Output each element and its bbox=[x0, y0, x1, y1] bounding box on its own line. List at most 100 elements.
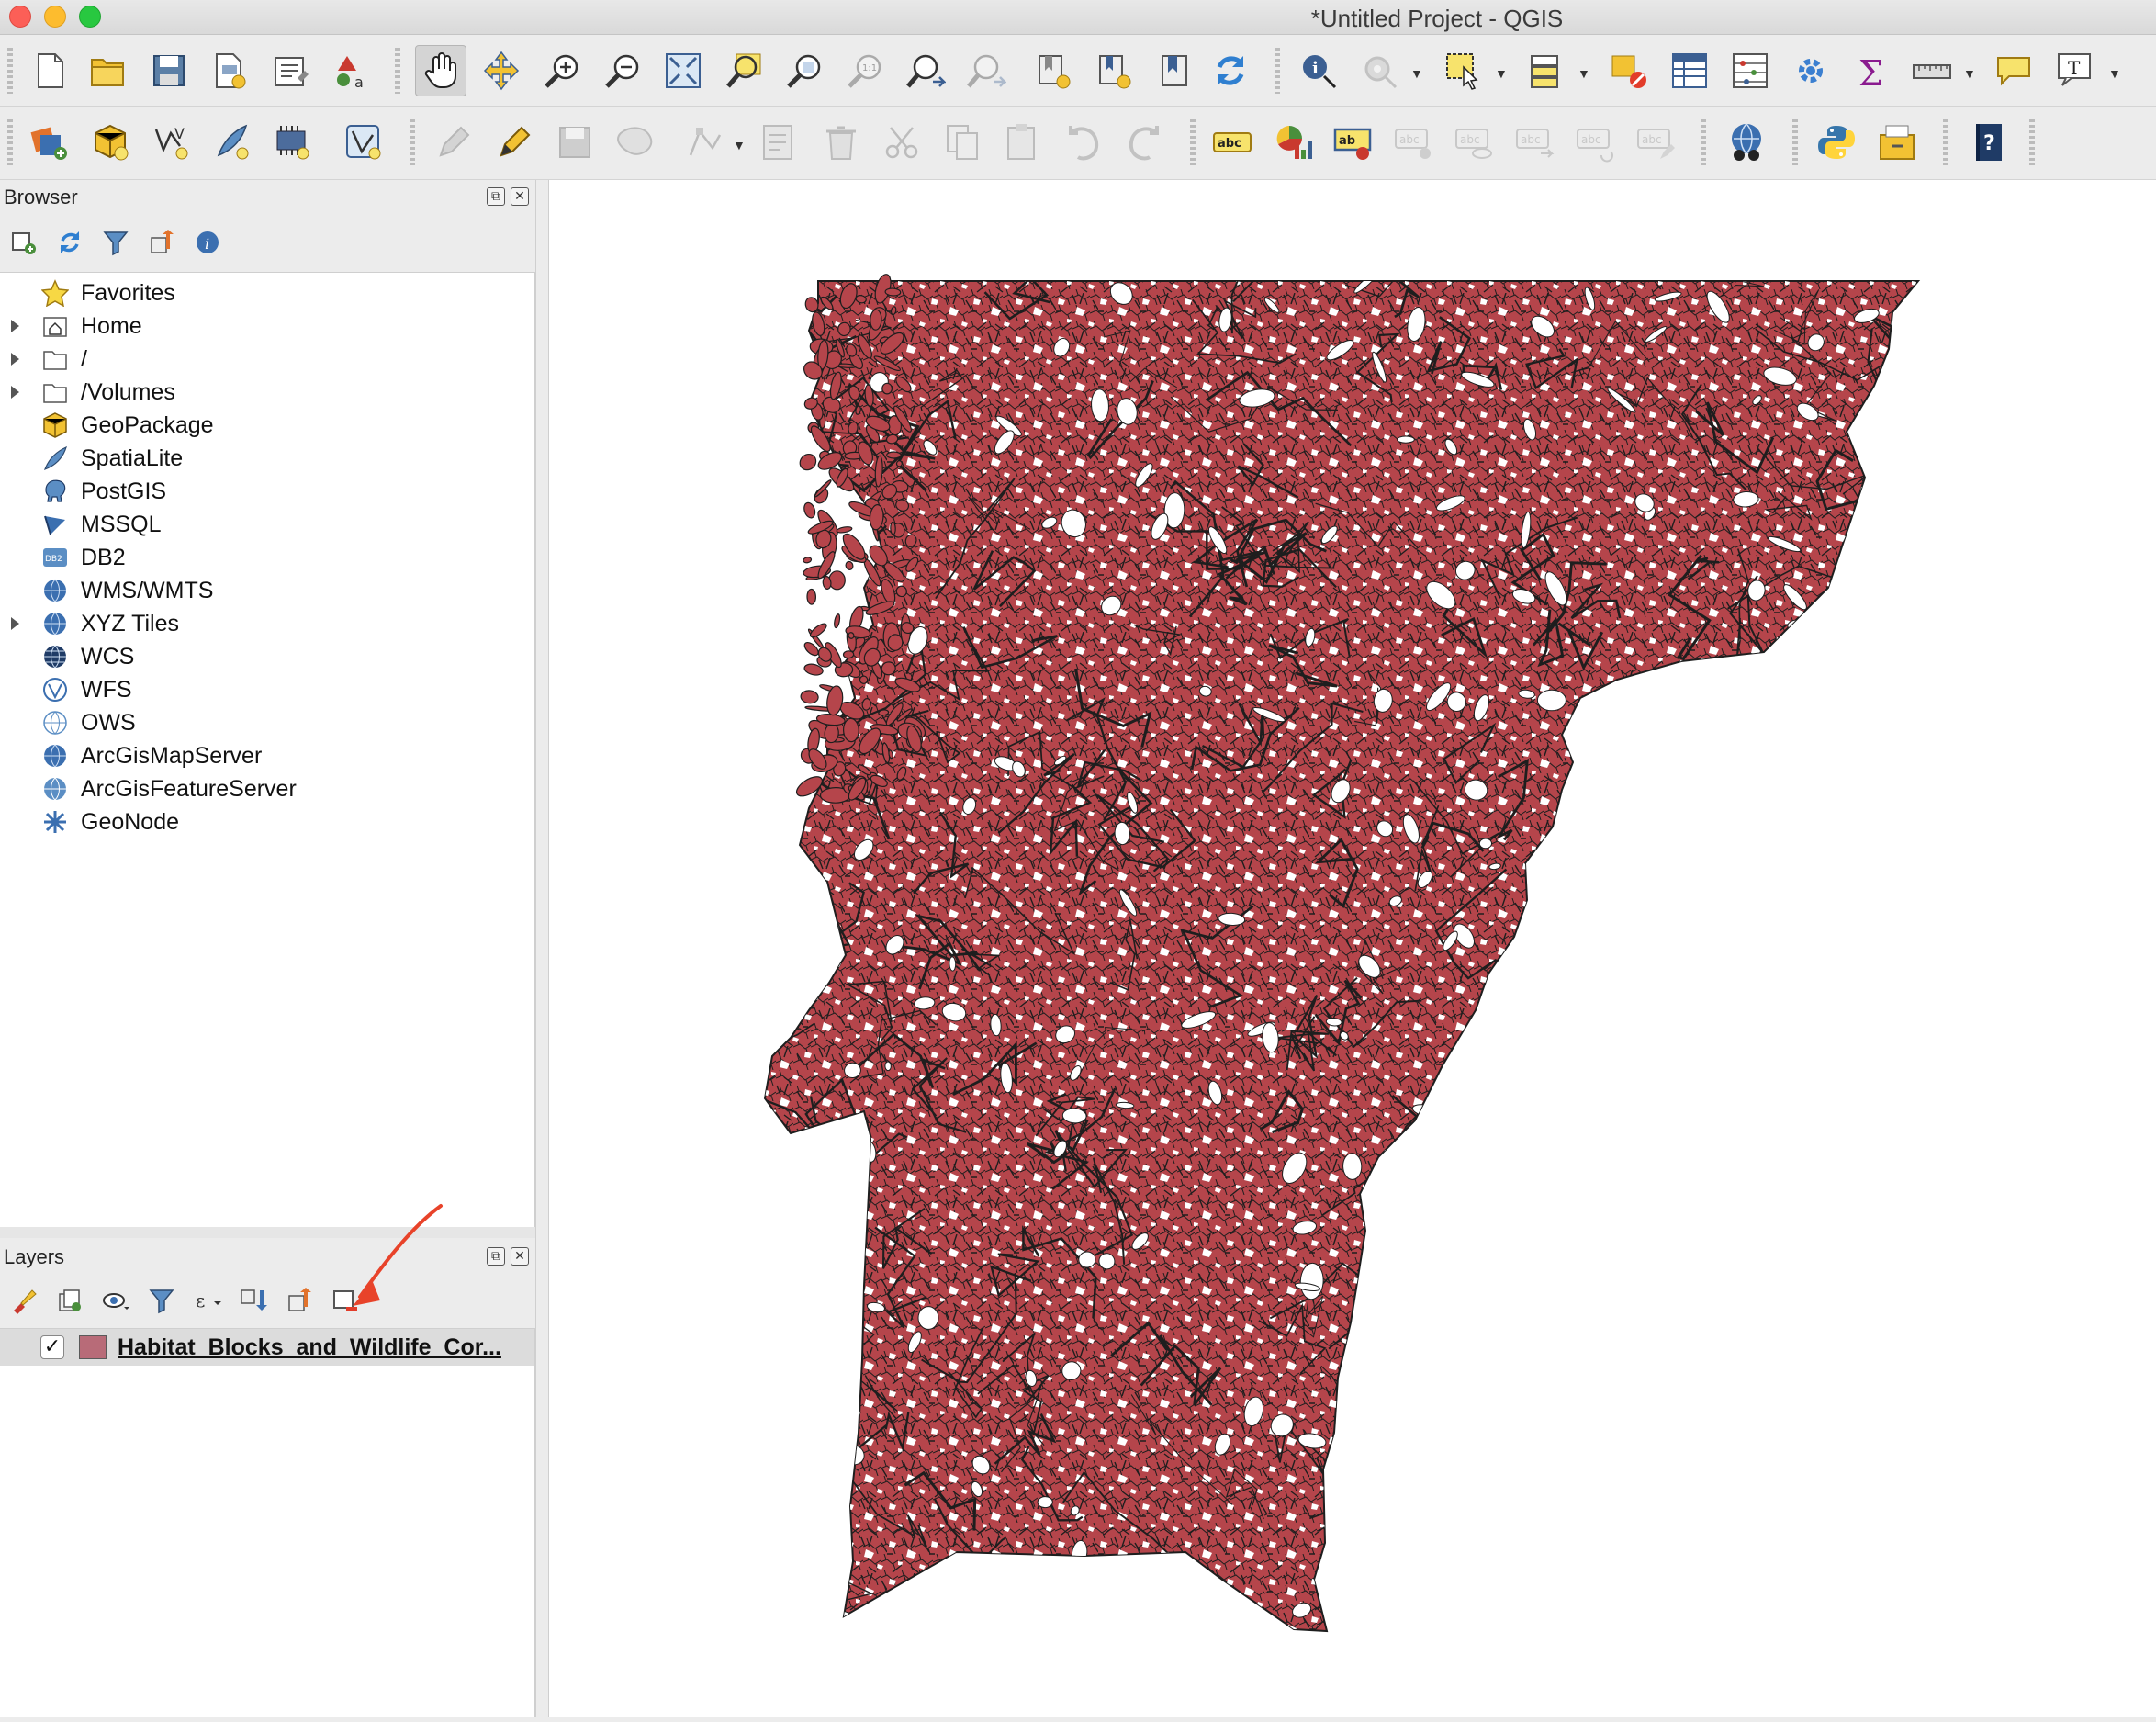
browser-item-geonode[interactable]: GeoNode bbox=[0, 805, 533, 838]
select-by-value-icon[interactable] bbox=[1521, 45, 1572, 96]
rotate-label-icon[interactable]: abc bbox=[1570, 117, 1622, 168]
processing-toolbox-icon[interactable] bbox=[1785, 45, 1836, 96]
panel-splitter[interactable] bbox=[0, 1227, 535, 1238]
browser-item-wfs[interactable]: WFS bbox=[0, 673, 533, 706]
save-as-icon[interactable] bbox=[204, 45, 255, 96]
map-tips-icon[interactable] bbox=[1989, 45, 2040, 96]
refresh-browser-icon[interactable] bbox=[53, 226, 86, 259]
digitize-vector-icon[interactable] bbox=[338, 117, 389, 168]
run-action-icon[interactable] bbox=[1353, 45, 1405, 96]
select-by-value-dropdown-icon[interactable]: ▼ bbox=[1578, 66, 1590, 81]
expand-arrow-icon[interactable] bbox=[11, 617, 19, 630]
toolbar-grip[interactable] bbox=[410, 119, 415, 165]
text-annotation-icon[interactable]: T bbox=[2049, 45, 2101, 96]
new-project-icon[interactable] bbox=[24, 45, 75, 96]
help-icon[interactable]: ? bbox=[1963, 117, 2015, 168]
new-virtual-layer-icon[interactable] bbox=[266, 117, 318, 168]
measure-dropdown-icon[interactable]: ▼ bbox=[1963, 66, 1976, 81]
browser-item-spatialite[interactable]: SpatiaLite bbox=[0, 442, 533, 475]
layer-diagram-icon[interactable] bbox=[1267, 117, 1319, 168]
add-feature-icon[interactable] bbox=[610, 117, 661, 168]
expand-all-icon[interactable] bbox=[237, 1284, 270, 1317]
pan-icon[interactable] bbox=[415, 45, 466, 96]
metasearch-icon[interactable] bbox=[1721, 117, 1772, 168]
zoom-out-icon[interactable] bbox=[597, 45, 648, 96]
toolbar-grip[interactable] bbox=[1190, 119, 1196, 165]
save-project-icon[interactable] bbox=[143, 45, 195, 96]
open-project-icon[interactable] bbox=[83, 45, 134, 96]
print-layout-icon[interactable] bbox=[264, 45, 316, 96]
dock-splitter[interactable] bbox=[535, 180, 548, 1717]
expand-arrow-icon[interactable] bbox=[11, 353, 19, 366]
browser-item-volumes[interactable]: /Volumes bbox=[0, 376, 533, 409]
toolbar-grip[interactable] bbox=[1275, 48, 1280, 94]
select-features-icon[interactable] bbox=[1438, 45, 1489, 96]
show-hide-labels-icon[interactable]: abc bbox=[1388, 117, 1440, 168]
collapse-all-icon[interactable] bbox=[145, 226, 178, 259]
remove-layer-icon[interactable] bbox=[329, 1284, 362, 1317]
annotation-dropdown-icon[interactable]: ▼ bbox=[2108, 66, 2121, 81]
identify-icon[interactable]: i bbox=[1293, 45, 1344, 96]
add-selected-layers-icon[interactable] bbox=[7, 226, 40, 259]
python-console-icon[interactable] bbox=[1811, 117, 1862, 168]
window-close-button[interactable] bbox=[9, 6, 31, 28]
close-panel-button[interactable]: ✕ bbox=[511, 1247, 529, 1266]
filter-legend-icon[interactable] bbox=[145, 1284, 178, 1317]
window-minimize-button[interactable] bbox=[44, 6, 66, 28]
run-action-dropdown-icon[interactable]: ▼ bbox=[1410, 66, 1423, 81]
zoom-native-icon[interactable]: 1:1 bbox=[839, 45, 891, 96]
refresh-icon[interactable] bbox=[1205, 45, 1256, 96]
pan-to-selection-icon[interactable] bbox=[476, 45, 527, 96]
field-calculator-icon[interactable]: Σ bbox=[1846, 45, 1897, 96]
browser-item-[interactable]: / bbox=[0, 343, 533, 376]
float-panel-button[interactable]: ⧉ bbox=[487, 187, 505, 206]
modify-attributes-icon[interactable] bbox=[755, 117, 806, 168]
zoom-to-layer-icon[interactable] bbox=[779, 45, 830, 96]
new-bookmark-icon[interactable] bbox=[1028, 45, 1080, 96]
toggle-editing-icon[interactable] bbox=[488, 117, 540, 168]
deselect-icon[interactable] bbox=[1603, 45, 1655, 96]
show-unplaced-labels-icon[interactable]: abc bbox=[1449, 117, 1500, 168]
filter-by-expression-icon[interactable]: ε bbox=[191, 1284, 224, 1317]
layer-name[interactable]: Habitat_Blocks_and_Wildlife_Cor... bbox=[118, 1334, 501, 1361]
show-spatial-bookmarks-icon[interactable] bbox=[1150, 45, 1201, 96]
expand-arrow-icon[interactable] bbox=[11, 386, 19, 399]
collapse-all-layers-icon[interactable] bbox=[283, 1284, 316, 1317]
zoom-full-icon[interactable] bbox=[657, 45, 709, 96]
save-edits-icon[interactable] bbox=[549, 117, 601, 168]
new-geopackage-layer-icon[interactable] bbox=[84, 117, 136, 168]
zoom-in-icon[interactable] bbox=[536, 45, 588, 96]
browser-item-favorites[interactable]: Favorites bbox=[0, 276, 533, 310]
browser-item-home[interactable]: Home bbox=[0, 310, 533, 343]
float-panel-button[interactable]: ⧉ bbox=[487, 1247, 505, 1266]
toolbar-grip[interactable] bbox=[2029, 119, 2035, 165]
browser-item-wms-wmts[interactable]: WMS/WMTS bbox=[0, 574, 533, 607]
statistics-icon[interactable] bbox=[1724, 45, 1776, 96]
undo-icon[interactable] bbox=[1058, 117, 1109, 168]
new-shapefile-layer-icon[interactable]: V bbox=[145, 117, 197, 168]
layer-row[interactable]: ✓ Habitat_Blocks_and_Wildlife_Cor... bbox=[0, 1329, 534, 1366]
toolbar-grip[interactable] bbox=[7, 119, 13, 165]
measure-icon[interactable] bbox=[1906, 45, 1958, 96]
vertex-tool-dropdown-icon[interactable]: ▼ bbox=[733, 138, 746, 152]
current-edits-icon[interactable] bbox=[428, 117, 479, 168]
map-canvas[interactable] bbox=[353, 180, 2156, 1717]
add-group-icon[interactable] bbox=[53, 1284, 86, 1317]
redo-icon[interactable] bbox=[1118, 117, 1170, 168]
zoom-to-selection-icon[interactable] bbox=[718, 45, 769, 96]
manage-visibility-icon[interactable] bbox=[99, 1284, 132, 1317]
copy-features-icon[interactable] bbox=[937, 117, 988, 168]
expand-arrow-icon[interactable] bbox=[11, 320, 19, 332]
cut-features-icon[interactable] bbox=[876, 117, 927, 168]
db-manager-icon[interactable] bbox=[1871, 117, 1923, 168]
toolbar-grip[interactable] bbox=[7, 48, 13, 94]
properties-info-icon[interactable]: i bbox=[191, 226, 224, 259]
delete-selected-icon[interactable] bbox=[815, 117, 867, 168]
style-layer-icon[interactable] bbox=[7, 1284, 40, 1317]
layer-visibility-checkbox[interactable]: ✓ bbox=[40, 1335, 64, 1359]
browser-item-db2[interactable]: DB2 DB2 bbox=[0, 541, 533, 574]
toolbar-grip[interactable] bbox=[1792, 119, 1798, 165]
zoom-next-icon[interactable] bbox=[960, 45, 1012, 96]
browser-item-postgis[interactable]: PostGIS bbox=[0, 475, 533, 508]
browser-item-arcgisfeatureserver[interactable]: ArcGisFeatureServer bbox=[0, 772, 533, 805]
